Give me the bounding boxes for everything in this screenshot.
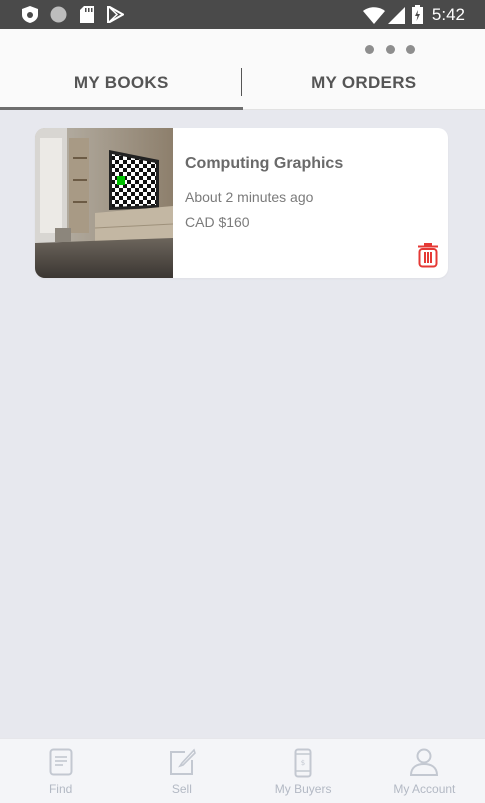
document-icon	[49, 748, 73, 776]
battery-icon	[412, 5, 423, 24]
person-icon	[410, 748, 439, 776]
tab-my-orders[interactable]: MY ORDERS	[243, 65, 485, 110]
tab-divider	[241, 68, 242, 96]
edit-icon	[169, 748, 196, 775]
book-posted-time: About 2 minutes ago	[185, 189, 314, 205]
nav-my-account-label: My Account	[393, 782, 456, 796]
nav-sell-label: Sell	[171, 782, 192, 796]
status-bar: 5:42	[0, 0, 485, 29]
nav-my-buyers-label: My Buyers	[274, 782, 332, 796]
nav-sell[interactable]: Sell	[121, 739, 242, 803]
svg-text:$: $	[301, 759, 305, 767]
trash-icon[interactable]	[416, 241, 440, 268]
nav-my-account[interactable]: My Account	[364, 739, 485, 803]
wifi-icon	[363, 7, 385, 24]
book-price: CAD $160	[185, 214, 250, 230]
signal-icon	[388, 7, 405, 24]
phone-icon: $	[294, 748, 312, 778]
shield-notification-icon	[22, 6, 38, 23]
status-time: 5:42	[431, 5, 465, 24]
more-options-icon[interactable]	[365, 42, 415, 56]
nav-find-label: Find	[48, 782, 73, 796]
tab-my-books[interactable]: MY BOOKS	[0, 65, 243, 110]
sd-card-icon	[80, 6, 94, 23]
book-title: Computing Graphics	[185, 155, 344, 172]
play-store-icon	[107, 6, 124, 23]
book-card[interactable]: Computing Graphics About 2 minutes ago C…	[35, 128, 448, 278]
tab-bar: MY BOOKS MY ORDERS	[0, 65, 485, 110]
bottom-navigation: Find Sell $ My Buyers My Account	[0, 738, 485, 803]
nav-my-buyers[interactable]: $ My Buyers	[243, 739, 364, 803]
book-thumbnail	[35, 128, 173, 278]
nav-find[interactable]: Find	[0, 739, 121, 803]
top-bar: MY BOOKS MY ORDERS	[0, 29, 485, 110]
circle-notification-icon	[50, 6, 67, 23]
